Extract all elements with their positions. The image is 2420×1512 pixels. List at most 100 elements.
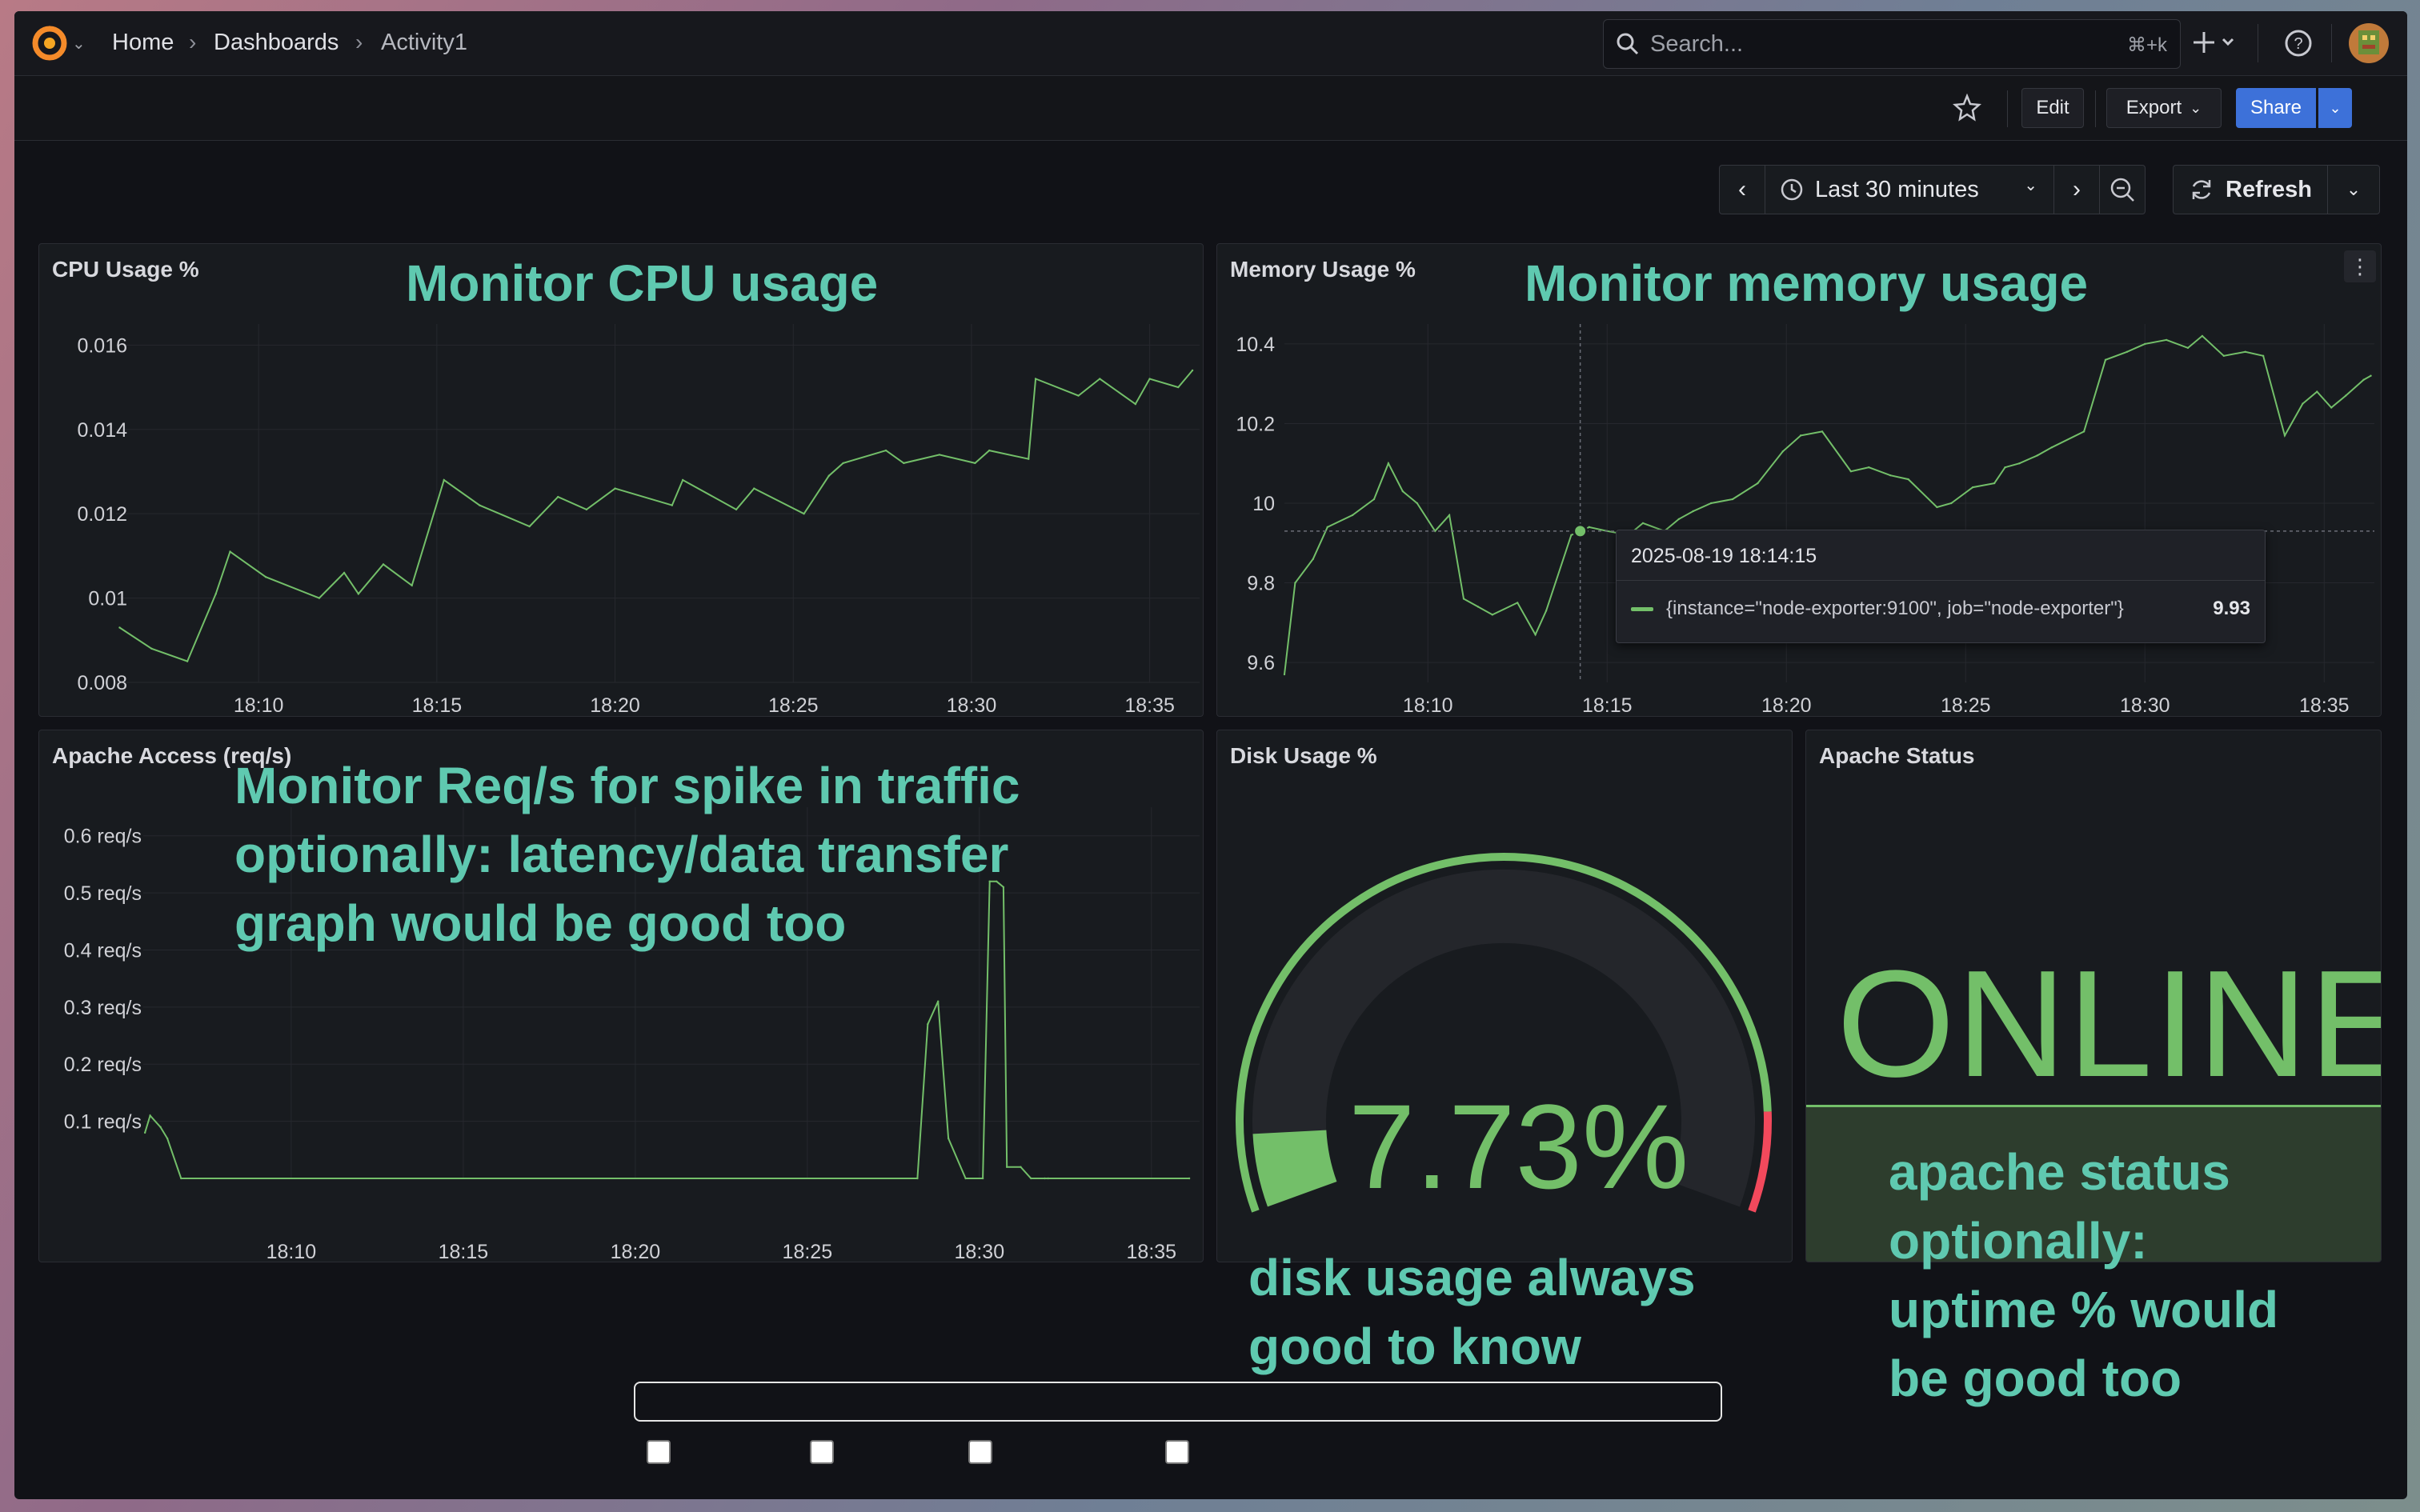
data-point: [1588, 526, 1591, 529]
data-point: [1372, 498, 1376, 501]
cpu-usage-panel[interactable]: CPU Usage % Monitor CPU usage 0.016 0.014…: [38, 243, 1204, 717]
x-tick-label: 18:10: [1403, 694, 1453, 717]
data-point: [2050, 446, 2053, 449]
x-tick-label: 18:20: [590, 694, 640, 717]
disk-usage-value: 7.73%: [1348, 1079, 1689, 1214]
data-point: [1692, 510, 1694, 513]
dashboard-toolbar: Edit Export ⌄ Share ⌄: [14, 76, 2407, 141]
gauge-value-arc: [1252, 1129, 1337, 1207]
export-button[interactable]: Export ⌄: [2106, 88, 2222, 128]
edit-button[interactable]: Edit: [2021, 88, 2084, 128]
time-range-picker[interactable]: Last 30 minutes ⌄: [1765, 165, 2054, 214]
data-point: [1972, 486, 1974, 489]
data-point: [411, 584, 413, 586]
data-point: [2004, 466, 2006, 469]
disk-usage-panel[interactable]: Disk Usage % 7.73%: [1216, 730, 1793, 1262]
data-point: [1401, 490, 1404, 493]
data-point: [585, 508, 588, 511]
data-point: [681, 478, 684, 482]
data-point: [803, 512, 805, 515]
time-shift-forward-button[interactable]: ›: [2053, 165, 2100, 214]
breadcrumb-dashboards[interactable]: Dashboards: [214, 30, 339, 56]
data-point: [180, 1177, 182, 1180]
x-tick-label: 18:35: [2299, 694, 2350, 717]
data-point: [1821, 430, 1824, 433]
time-shift-back-button[interactable]: ‹: [1719, 165, 1765, 214]
x-tick-label: 18:15: [1582, 694, 1633, 717]
data-point: [2344, 394, 2347, 397]
refresh-button[interactable]: Refresh: [2173, 165, 2328, 214]
y-tick-label: 0.5 req/s: [64, 882, 142, 905]
overlay-checkbox[interactable]: [1165, 1440, 1189, 1464]
data-point: [988, 449, 991, 452]
breadcrumb-home[interactable]: Home: [112, 30, 174, 56]
data-point: [1491, 614, 1494, 616]
y-tick-label: 9.6: [1247, 652, 1275, 674]
data-point: [1134, 402, 1137, 406]
data-point: [842, 462, 844, 465]
data-point: [2222, 354, 2226, 358]
export-button-label: Export: [2126, 97, 2182, 118]
overlay-checkbox[interactable]: [968, 1440, 992, 1464]
data-point: [118, 626, 121, 629]
data-point: [2262, 354, 2265, 358]
overlay-checkbox[interactable]: [810, 1440, 834, 1464]
share-button[interactable]: Share: [2236, 88, 2316, 128]
memory-usage-chart[interactable]: 10.4 10.2 10 9.8 9.6 18:10 18:15 18:20 18:25 18:3…: [1217, 244, 2382, 717]
x-tick-label: 18:10: [266, 1241, 317, 1262]
chevron-right-icon: ›: [2073, 176, 2081, 202]
star-icon[interactable]: [1953, 94, 1981, 122]
panel-title: Apache Status: [1819, 743, 1975, 768]
avatar[interactable]: [2348, 22, 2390, 64]
data-point: [149, 1114, 151, 1117]
divider: [2331, 24, 2332, 62]
data-point: [2316, 390, 2318, 393]
data-point: [753, 487, 755, 490]
data-point: [1028, 458, 1030, 460]
help-icon[interactable]: ?: [2284, 29, 2313, 58]
data-point: [1731, 498, 1734, 501]
data-point: [1448, 514, 1451, 517]
zoom-out-button[interactable]: [2099, 165, 2146, 214]
y-tick-label: 0.4 req/s: [64, 939, 142, 962]
data-point: [1757, 482, 1759, 485]
data-point: [2201, 334, 2204, 338]
cpu-usage-chart[interactable]: 0.016 0.014 0.012 0.01 0.008 18:10 18:15 18:20 1…: [39, 244, 1204, 717]
chevron-right-icon: ›: [355, 30, 363, 54]
data-point: [1868, 466, 1870, 469]
tooltip-value: 9.93: [2213, 598, 2250, 619]
x-tick-label: 18:15: [412, 694, 463, 717]
apache-access-panel[interactable]: Apache Access (req/s) 0.6 req/s 0.5 req/s…: [38, 730, 1204, 1262]
y-tick-label: 10.4: [1236, 334, 1275, 356]
share-options-button[interactable]: ⌄: [2318, 88, 2352, 128]
time-range-label: Last 30 minutes: [1815, 176, 1979, 202]
data-point: [735, 508, 738, 511]
data-point: [186, 660, 189, 662]
tooltip-time: 2025-08-19 18:14:15: [1631, 545, 1817, 567]
data-point: [947, 1137, 950, 1140]
data-point: [903, 462, 905, 465]
memory-usage-panel[interactable]: Memory Usage % Monitor memory usage ⋮ 10…: [1216, 243, 2382, 717]
refresh-label: Refresh: [2226, 176, 2312, 202]
data-point: [1312, 558, 1315, 560]
data-point: [2244, 350, 2246, 354]
refresh-interval-button[interactable]: ⌄: [2327, 165, 2380, 214]
data-point: [827, 474, 830, 477]
chevron-down-icon[interactable]: ⌄: [72, 34, 86, 54]
data-point: [1849, 470, 1853, 473]
y-tick-label: 0.012: [77, 503, 127, 526]
grafana-logo-icon[interactable]: [29, 22, 70, 64]
x-tick-label: 18:15: [439, 1241, 489, 1262]
overlay-text-input[interactable]: [634, 1382, 1722, 1422]
add-new-icon[interactable]: [2193, 29, 2236, 56]
search-input[interactable]: Search... ⌘+k: [1603, 19, 2181, 69]
data-point: [671, 504, 674, 506]
chevron-down-icon: ⌄: [2346, 179, 2362, 199]
data-point: [2018, 462, 2021, 465]
data-point: [1030, 1177, 1032, 1180]
x-tick-label: 18:35: [1124, 694, 1175, 717]
x-tick-label: 18:25: [768, 694, 819, 717]
series-line: [118, 370, 1193, 662]
overlay-checkbox[interactable]: [647, 1440, 671, 1464]
clock-icon: [1781, 178, 1803, 201]
